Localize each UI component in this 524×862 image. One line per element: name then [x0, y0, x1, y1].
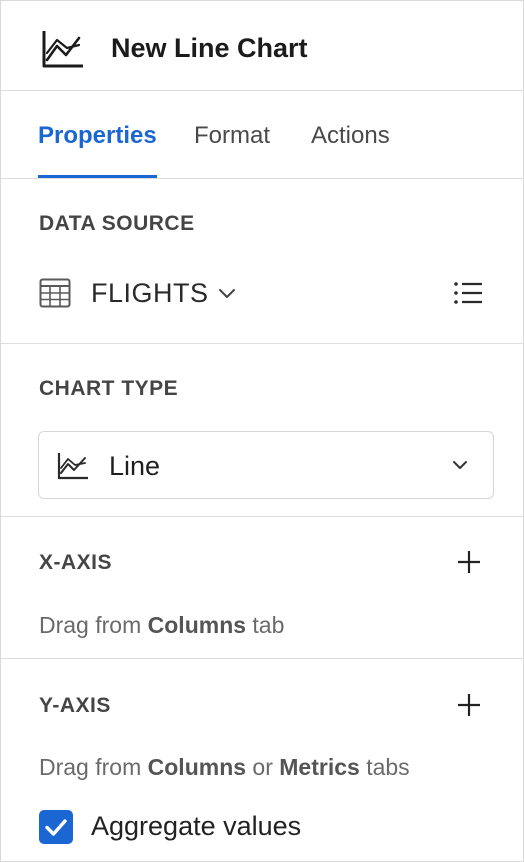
y-axis-hint: Drag from Columns or Metrics tabs [39, 754, 410, 780]
divider [1, 516, 523, 517]
table-icon [39, 278, 71, 308]
line-chart-icon [42, 31, 83, 68]
chevron-down-icon [453, 461, 467, 469]
data-source-row: FLIGHTS [1, 269, 523, 317]
data-source-heading: DATA SOURCE [39, 212, 195, 235]
page-title: New Line Chart [111, 33, 308, 63]
add-x-axis-plus-icon[interactable] [456, 549, 482, 575]
line-chart-icon [57, 453, 88, 480]
x-axis-heading: X-AXIS [39, 551, 113, 574]
tab-format[interactable]: Format [194, 121, 270, 151]
tab-properties[interactable]: Properties [38, 121, 157, 151]
add-y-axis-plus-icon[interactable] [456, 692, 482, 718]
chevron-down-icon[interactable] [217, 283, 237, 303]
divider [1, 343, 523, 344]
y-axis-heading: Y-AXIS [39, 694, 111, 717]
list-icon[interactable] [453, 279, 483, 307]
aggregate-checkbox[interactable] [39, 810, 73, 844]
checkmark-icon [45, 819, 67, 836]
divider [1, 178, 523, 179]
divider [1, 658, 523, 659]
chart-type-value: Line [109, 451, 161, 481]
properties-panel: New Line Chart Properties Format Actions… [0, 0, 524, 862]
data-source-name[interactable]: FLIGHTS [91, 276, 209, 310]
tab-actions[interactable]: Actions [311, 121, 390, 151]
chart-type-heading: CHART TYPE [39, 377, 179, 400]
aggregate-label[interactable]: Aggregate values [91, 809, 301, 843]
panel-header: New Line Chart [1, 1, 523, 91]
tab-bar: Properties Format Actions [1, 91, 523, 179]
chart-type-select[interactable]: Line [38, 431, 494, 499]
x-axis-hint: Drag from Columns tab [39, 612, 285, 638]
